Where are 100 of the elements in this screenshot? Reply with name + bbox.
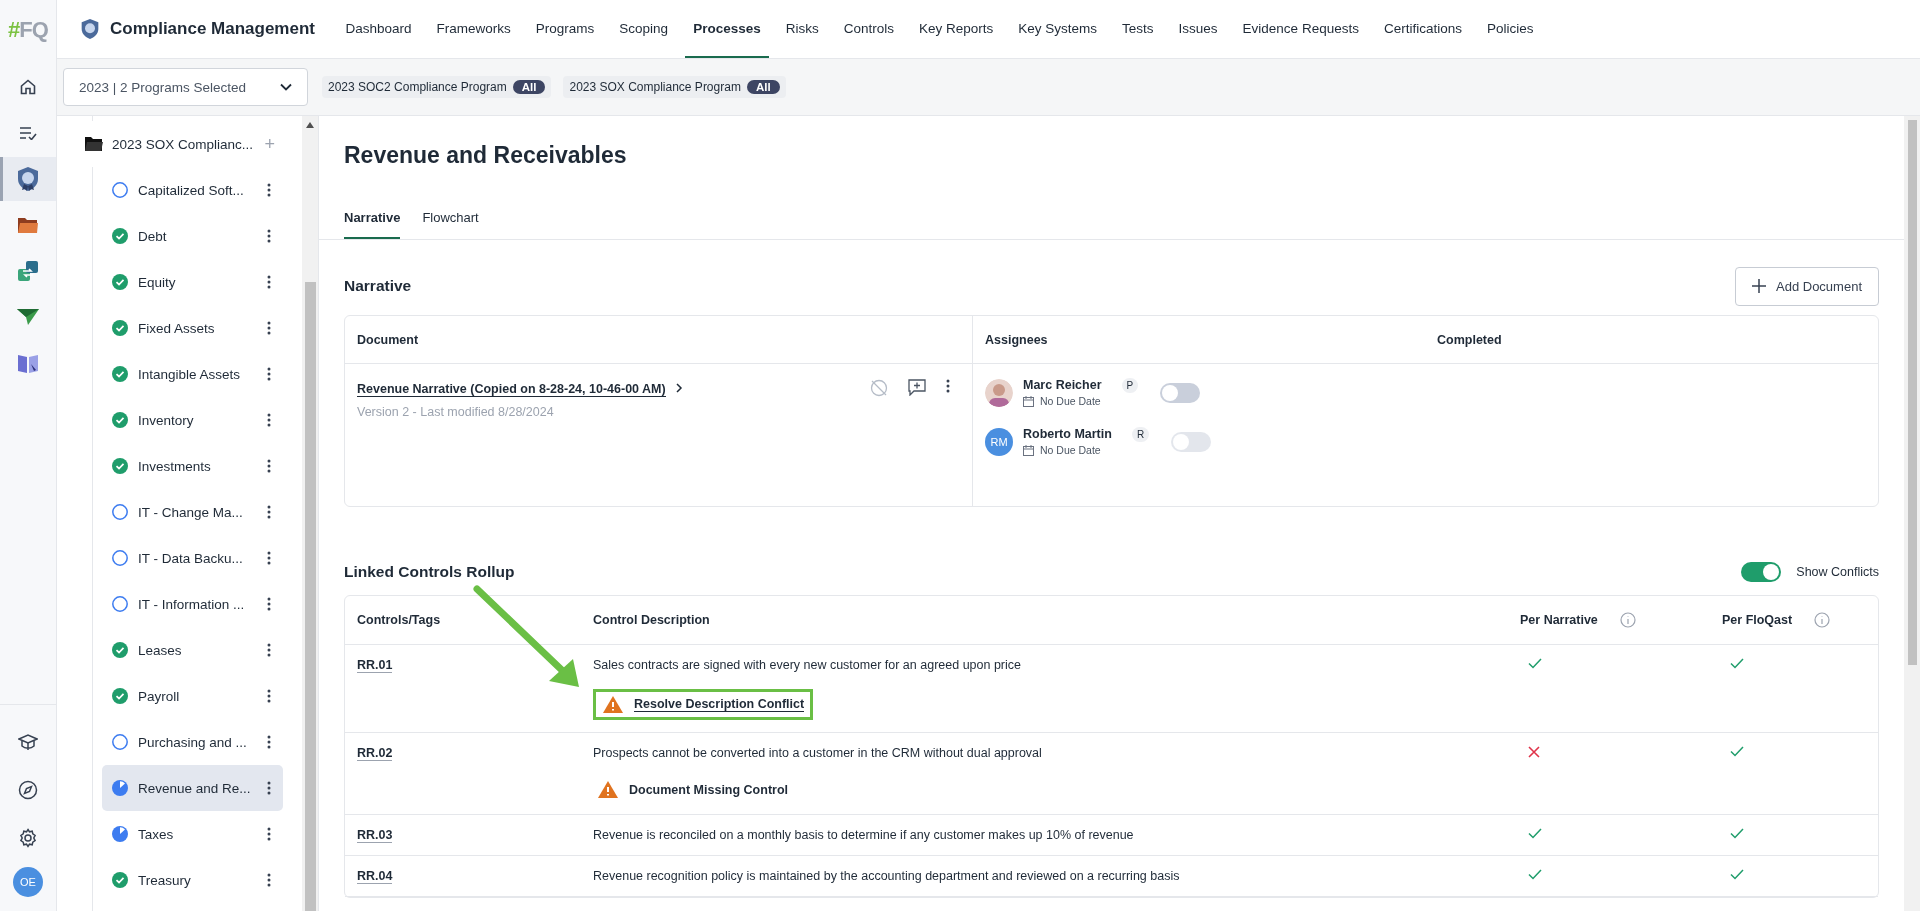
nav-tab[interactable]: Programs (527, 0, 603, 58)
warning-icon (602, 695, 624, 714)
show-conflicts-toggle[interactable] (1741, 562, 1782, 582)
book-icon[interactable] (17, 352, 39, 374)
shield-badge-icon (80, 18, 100, 40)
checklist-icon[interactable] (19, 126, 37, 140)
process-item[interactable]: Revenue and Re... (102, 765, 283, 811)
folder-label[interactable]: 2023 SOX Complianc... (112, 136, 254, 152)
more-options-icon[interactable] (267, 597, 271, 611)
control-id-link[interactable]: RR.01 (357, 658, 393, 673)
compass-icon[interactable] (18, 780, 38, 800)
more-options-icon[interactable] (267, 551, 271, 565)
nav-tab[interactable]: Controls (835, 0, 903, 58)
rail-item[interactable] (0, 157, 56, 201)
program-dropdown[interactable]: 2023 | 2 Programs Selected (63, 68, 308, 106)
process-item[interactable]: Debt (102, 213, 283, 259)
process-item[interactable]: Capitalized Soft... (102, 167, 283, 213)
nav-tab[interactable]: Certifications (1375, 0, 1471, 58)
calendar-icon (1023, 444, 1034, 456)
scope-badge: All (746, 80, 780, 94)
more-options-icon[interactable] (267, 229, 271, 243)
more-options-icon[interactable] (267, 413, 271, 427)
process-item[interactable]: Investments (102, 443, 283, 489)
nav-tab[interactable]: Dashboard (337, 0, 421, 58)
control-id-link[interactable]: RR.02 (357, 746, 393, 761)
more-options-icon[interactable] (267, 367, 271, 381)
home-icon[interactable] (19, 78, 37, 96)
more-options-icon[interactable] (267, 321, 271, 335)
nav-tab[interactable]: Key Reports (910, 0, 1002, 58)
more-options-icon[interactable] (267, 275, 271, 289)
add-document-button[interactable]: Add Document (1735, 266, 1879, 306)
column-header: Document (356, 332, 420, 347)
process-item[interactable]: IT - Information ... (102, 581, 283, 627)
more-options-icon[interactable] (946, 379, 950, 393)
issue-label: Document Missing Control (629, 782, 789, 797)
shield-badge-icon[interactable] (16, 166, 40, 192)
more-options-icon[interactable] (267, 689, 271, 703)
nav-tab[interactable]: Issues (1170, 0, 1227, 58)
control-id-link[interactable]: RR.03 (357, 828, 393, 843)
warning-icon (597, 780, 619, 799)
process-item[interactable]: Inventory (102, 397, 283, 443)
process-item[interactable]: Payroll (102, 673, 283, 719)
control-description: Prospects cannot be converted into a customer in the CRM without dual approval (593, 746, 1043, 760)
version-info: Version 2 - Last modified 8/28/2024 (357, 405, 555, 419)
settings-icon[interactable] (18, 828, 38, 848)
nav-tab[interactable]: Scoping (610, 0, 677, 58)
calendar-icon (1023, 395, 1034, 407)
nav-tab[interactable]: Risks (777, 0, 828, 58)
scrollbar[interactable] (1904, 116, 1920, 911)
graduation-cap-icon[interactable] (18, 733, 38, 751)
process-item[interactable]: Leases (102, 627, 283, 673)
plus-icon (1752, 279, 1766, 293)
process-item[interactable]: Intangible Assets (102, 351, 283, 397)
nav-tab[interactable]: Tests (1113, 0, 1163, 58)
scrollbar[interactable] (302, 116, 318, 911)
exchange-icon[interactable] (17, 260, 39, 282)
section-title: Narrative (344, 277, 412, 295)
more-options-icon[interactable] (267, 873, 271, 887)
more-options-icon[interactable] (267, 827, 271, 841)
more-options-icon[interactable] (267, 735, 271, 749)
process-item[interactable]: IT - Data Backu... (102, 535, 283, 581)
process-item[interactable]: Treasury (102, 857, 283, 903)
page-tab[interactable]: Flowchart (422, 206, 479, 239)
scroll-up-icon[interactable] (306, 122, 314, 128)
process-item[interactable]: Equity (102, 259, 283, 305)
chevron-right-icon[interactable] (676, 383, 684, 393)
more-options-icon[interactable] (267, 459, 271, 473)
column-header: Controls/Tags (357, 613, 441, 627)
completed-toggle[interactable] (1160, 382, 1201, 403)
toggle-label: Show Conflicts (1796, 565, 1879, 579)
assignee-name: Roberto Martin (1023, 427, 1112, 441)
scope-badge: All (512, 80, 546, 94)
more-options-icon[interactable] (267, 505, 271, 519)
process-item[interactable]: Purchasing and ... (102, 719, 283, 765)
due-date: No Due Date (1040, 444, 1101, 456)
process-item[interactable]: Fixed Assets (102, 305, 283, 351)
column-header: Completed (1436, 332, 1503, 347)
more-options-icon[interactable] (267, 781, 271, 795)
process-item[interactable]: IT - Change Ma... (102, 489, 283, 535)
folder-icon[interactable] (17, 216, 39, 234)
nav-tab[interactable]: Policies (1478, 0, 1542, 58)
program-name: 2023 SOX Compliance Program (569, 80, 741, 94)
column-header: Per FloQast (1722, 613, 1793, 627)
page-tab[interactable]: Narrative (344, 206, 401, 239)
document-link[interactable]: Revenue Narrative (Copied on 8-28-24, 10-46-00 AM) (357, 382, 666, 397)
control-id-link[interactable]: RR.04 (357, 869, 393, 884)
paper-plane-icon[interactable] (16, 307, 40, 327)
process-item[interactable]: Taxes (102, 811, 283, 857)
app-title: Compliance Management (110, 19, 315, 39)
add-comment-icon[interactable] (908, 379, 926, 396)
more-options-icon[interactable] (267, 183, 271, 197)
more-options-icon[interactable] (267, 643, 271, 657)
folder-icon (85, 137, 103, 151)
control-description: Sales contracts are signed with every new customer for an agreed upon price (593, 658, 1022, 672)
nav-tab[interactable]: Key Systems (1009, 0, 1106, 58)
nav-tab[interactable]: Evidence Requests (1234, 0, 1368, 58)
section-title: Linked Controls Rollup (344, 563, 515, 581)
column-header: Per Narrative (1520, 613, 1598, 627)
resolve-conflict-link[interactable]: Resolve Description Conflict (634, 697, 805, 712)
nav-tab[interactable]: Frameworks (428, 0, 520, 58)
